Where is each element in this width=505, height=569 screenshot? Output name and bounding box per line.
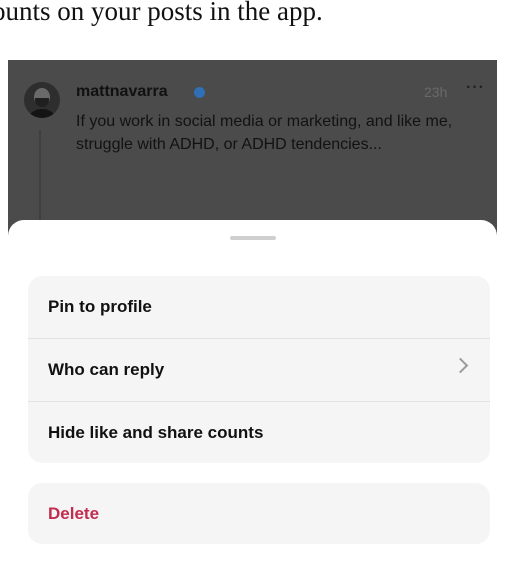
pin-to-profile-option[interactable]: Pin to profile — [28, 276, 490, 338]
bottom-sheet: Pin to profile Who can reply Hide like a… — [8, 220, 497, 569]
verified-badge-icon — [194, 87, 205, 98]
avatar-shoulders — [27, 109, 57, 118]
who-can-reply-label: Who can reply — [48, 360, 165, 379]
avatar[interactable] — [24, 82, 60, 118]
more-options-icon[interactable]: ··· — [466, 79, 485, 97]
drag-handle[interactable] — [230, 236, 276, 240]
post-text: If you work in social media or marketing… — [76, 113, 453, 153]
avatar-beard — [35, 98, 49, 107]
post-time: 23h — [424, 84, 448, 100]
delete-label: Delete — [48, 503, 100, 523]
phone-screen: mattnavarra 23h ··· If you work in socia… — [8, 60, 497, 569]
delete-option[interactable]: Delete — [28, 483, 490, 544]
delete-group: Delete — [28, 483, 490, 544]
article-caption-text: ounts on your posts in the app. — [0, 0, 323, 26]
options-group: Pin to profile Who can reply Hide like a… — [28, 276, 490, 463]
pin-to-profile-label: Pin to profile — [48, 297, 152, 316]
hide-counts-option[interactable]: Hide like and share counts — [28, 401, 490, 463]
article-caption: ounts on your posts in the app. — [0, 0, 505, 60]
chevron-right-icon — [452, 357, 469, 374]
hide-counts-label: Hide like and share counts — [48, 423, 264, 442]
post-username[interactable]: mattnavarra — [76, 83, 168, 101]
who-can-reply-option[interactable]: Who can reply — [28, 338, 490, 401]
